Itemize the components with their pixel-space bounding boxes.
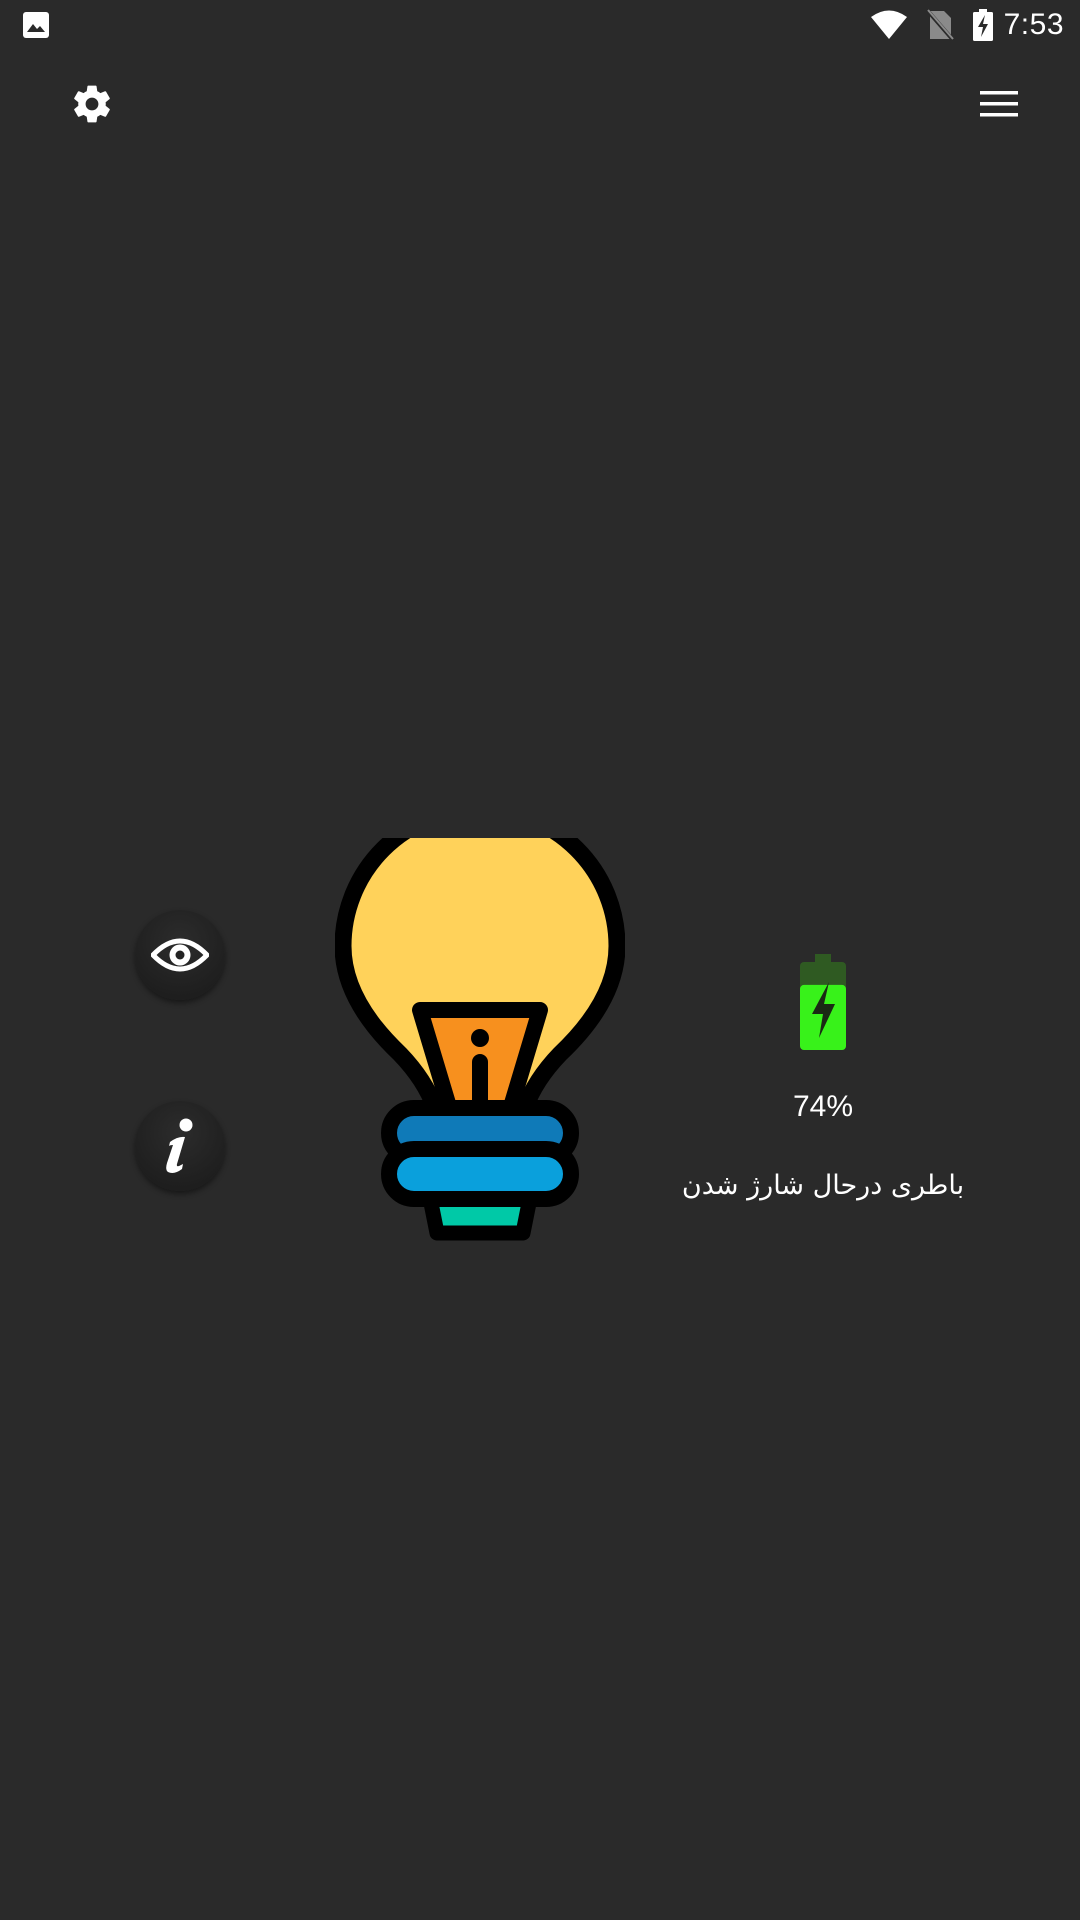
- status-clock: 7:53: [1003, 8, 1064, 41]
- wifi-icon: [870, 10, 907, 39]
- gallery-notification-icon: [23, 12, 49, 38]
- no-sim-icon: [925, 9, 954, 41]
- battery-charging-status-icon: [972, 9, 993, 41]
- battery-percent: 74%: [792, 1090, 854, 1123]
- battery-charging-icon: [800, 954, 846, 1050]
- status-icons: 7:53: [870, 0, 1064, 50]
- battery-status-text: باطری درحال شارژ شدن: [681, 1170, 965, 1201]
- hamburger-menu-icon[interactable]: [980, 90, 1018, 118]
- info-icon: [166, 1118, 193, 1173]
- eye-button[interactable]: [135, 910, 225, 1000]
- gear-icon[interactable]: [70, 82, 114, 126]
- light-bulb-icon: [335, 838, 625, 1241]
- app-screen: 7:53 74% باطری درحال شارژ شدن: [0, 0, 1080, 1920]
- eye-icon: [151, 938, 209, 972]
- info-button[interactable]: [135, 1101, 225, 1191]
- status-bar: 7:53: [0, 0, 1080, 50]
